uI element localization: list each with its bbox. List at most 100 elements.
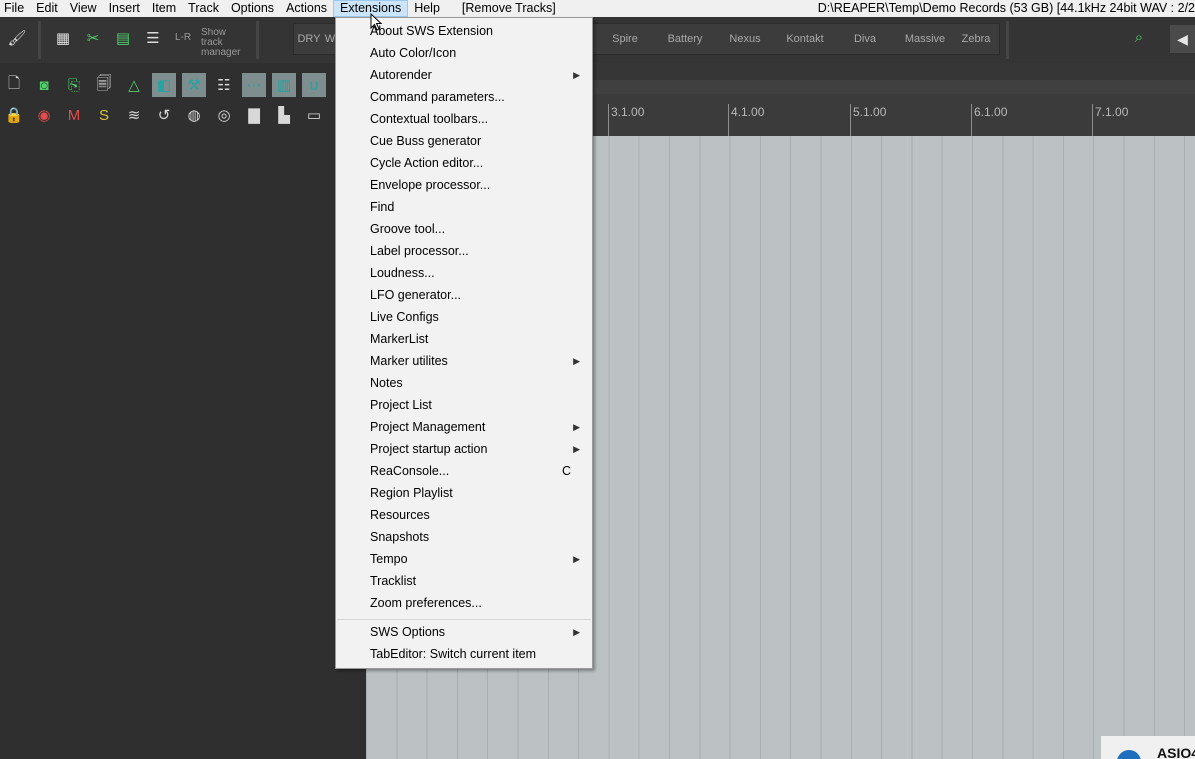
menu-item-tempo[interactable]: Tempo ▶	[336, 548, 592, 570]
fx-button-massive[interactable]: Massive	[896, 24, 954, 54]
screen-icon[interactable]: ▭	[302, 103, 326, 127]
menu-item-lfo-generator[interactable]: LFO generator...	[336, 284, 592, 306]
toolbar-separator	[256, 21, 259, 59]
menu-item-resources[interactable]: Resources	[336, 504, 592, 526]
extensions-menu: About SWS Extension Auto Color/Icon Auto…	[335, 17, 593, 669]
track-list-icon[interactable]: ☰	[140, 25, 166, 51]
asio-notification[interactable]: ASIO4	[1101, 736, 1195, 759]
calculator-icon[interactable]: ▦	[50, 25, 76, 51]
menu-remove-tracks[interactable]: [Remove Tracks]	[456, 0, 562, 17]
menu-item-label-processor[interactable]: Label processor...	[336, 240, 592, 262]
menu-item-project-management[interactable]: Project Management ▶	[336, 416, 592, 438]
menu-item-label: MarkerList	[370, 332, 429, 346]
menu-item-label: Cycle Action editor...	[370, 156, 484, 170]
menu-item-project-startup-action[interactable]: Project startup action ▶	[336, 438, 592, 460]
asio-label: ASIO4	[1157, 745, 1195, 759]
submenu-arrow-icon: ▶	[573, 444, 580, 454]
menu-item-label: Project Management	[370, 420, 486, 434]
record-list-icon[interactable]: ◎	[212, 103, 236, 127]
fx-button-spire[interactable]: Spire	[596, 24, 654, 54]
tool-rows: 🗋 ◙ ⎘ 🗐 △ ◧ ⚒ ☷ ⋯ ▥ ∪ 🔒 ◉ M S ≋ ↺ ◍ ◎ ▇ …	[0, 63, 340, 130]
menu-track[interactable]: Track	[182, 0, 225, 17]
menu-edit[interactable]: Edit	[30, 0, 64, 17]
split-icon[interactable]: ✂	[80, 25, 106, 51]
menu-item-label: TabEditor: Switch current item	[370, 647, 537, 661]
menu-item-label: Marker utilites	[370, 354, 448, 368]
menu-item-envelope-processor[interactable]: Envelope processor...	[336, 174, 592, 196]
menu-item-label: Region Playlist	[370, 486, 453, 500]
fx-button-kontakt[interactable]: Kontakt	[776, 24, 834, 54]
menu-item-sws-options[interactable]: SWS Options ▶	[336, 621, 592, 643]
menu-item-project-list[interactable]: Project List	[336, 394, 592, 416]
menu-item-label: Tempo	[370, 552, 408, 566]
menu-item-groove-tool[interactable]: Groove tool...	[336, 218, 592, 240]
menu-item-label: ReaConsole...	[370, 464, 450, 478]
drum-icon[interactable]: ◍	[182, 103, 206, 127]
menu-item-live-configs[interactable]: Live Configs	[336, 306, 592, 328]
menu-item-contextual-toolbars[interactable]: Contextual toolbars...	[336, 108, 592, 130]
menu-item-reaconsole[interactable]: ReaConsole... C	[336, 460, 592, 482]
document-count-icon[interactable]: 🗐	[92, 73, 116, 97]
left-arrow-icon[interactable]: ◀	[1170, 25, 1195, 53]
waveform-icon[interactable]: ≋	[122, 103, 146, 127]
menu-item-autorender[interactable]: Autorender ▶	[336, 64, 592, 86]
menu-item-tracklist[interactable]: Tracklist	[336, 570, 592, 592]
item-grouping-icon[interactable]: ☷	[212, 73, 236, 97]
snap-icon[interactable]: ∪	[302, 73, 326, 97]
envelope-points-icon[interactable]: ⋯	[242, 73, 266, 97]
fx-button-zebra[interactable]: Zebra	[956, 24, 996, 54]
menu-item-zoom-preferences[interactable]: Zoom preferences...	[336, 592, 592, 614]
timeline-ruler[interactable]: 3.1.00 4.1.00 5.1.00 6.1.00 7.1.00	[592, 94, 1195, 136]
new-item-icon[interactable]: 🗋	[2, 73, 26, 97]
region-lane[interactable]	[592, 80, 1195, 94]
toolbar-separator	[38, 21, 41, 59]
menu-item-notes[interactable]: Notes	[336, 372, 592, 394]
menu-item-find[interactable]: Find	[336, 196, 592, 218]
menu-item-loudness[interactable]: Loudness...	[336, 262, 592, 284]
zoom-icon[interactable]: ⌕	[1128, 27, 1150, 49]
color-clear-icon[interactable]: ▙	[272, 103, 296, 127]
menu-item-markerlist[interactable]: MarkerList	[336, 328, 592, 350]
track-control-panel[interactable]	[0, 130, 366, 759]
menu-item-cue-buss[interactable]: Cue Buss generator	[336, 130, 592, 152]
mute-clear-icon[interactable]: M	[62, 103, 86, 127]
lock-grid-icon[interactable]: ⚒	[182, 73, 206, 97]
menu-item-label: LFO generator...	[370, 288, 462, 302]
menu-insert[interactable]: Insert	[103, 0, 146, 17]
menu-item-marker-utilities[interactable]: Marker utilites ▶	[336, 350, 592, 372]
fx-button-battery[interactable]: Battery	[656, 24, 714, 54]
project-status: D:\REAPER\Temp\Demo Records (53 GB) [44.…	[817, 1, 1195, 15]
grid-icon[interactable]: ▥	[272, 73, 296, 97]
brush-icon[interactable]: 🖌	[4, 25, 30, 51]
disk-icon[interactable]: ◙	[32, 73, 56, 97]
menu-help[interactable]: Help	[408, 0, 446, 17]
glue-icon[interactable]: ⎘	[62, 73, 86, 97]
ripple-edit-icon[interactable]: ◧	[152, 73, 176, 97]
solo-clear-icon[interactable]: S	[92, 103, 116, 127]
color-spectrum-icon[interactable]: ▇	[242, 103, 266, 127]
main-toolbar: 🖌 ▦ ✂ ▤ ☰ L-R Show track manager DRY W S…	[0, 17, 1195, 63]
menu-item-cycle-action[interactable]: Cycle Action editor...	[336, 152, 592, 174]
menu-item-command-parameters[interactable]: Command parameters...	[336, 86, 592, 108]
lips-icon[interactable]: ◉	[32, 103, 56, 127]
menu-item-region-playlist[interactable]: Region Playlist	[336, 482, 592, 504]
fx-button-diva[interactable]: Diva	[836, 24, 894, 54]
menu-item[interactable]: Item	[146, 0, 182, 17]
menu-file[interactable]: File	[0, 0, 30, 17]
fx-button-dry[interactable]: DRY	[294, 24, 324, 54]
menu-item-snapshots[interactable]: Snapshots	[336, 526, 592, 548]
insert-track-icon[interactable]: ▤	[110, 25, 136, 51]
menu-item-auto-color[interactable]: Auto Color/Icon	[336, 42, 592, 64]
ruler-label: 3.1.00	[611, 105, 645, 119]
lock-icon[interactable]: 🔒	[2, 103, 26, 127]
loop-waveform-icon[interactable]: ↺	[152, 103, 176, 127]
metronome-icon[interactable]: △	[122, 73, 146, 97]
menu-item-tabeditor[interactable]: TabEditor: Switch current item	[336, 643, 592, 665]
menu-options[interactable]: Options	[225, 0, 280, 17]
menu-actions[interactable]: Actions	[280, 0, 333, 17]
show-track-manager-button[interactable]: Show track manager	[201, 28, 249, 58]
lr-button[interactable]: L-R	[175, 32, 191, 43]
fx-button-nexus[interactable]: Nexus	[716, 24, 774, 54]
menu-view[interactable]: View	[64, 0, 103, 17]
menu-separator	[337, 619, 591, 620]
